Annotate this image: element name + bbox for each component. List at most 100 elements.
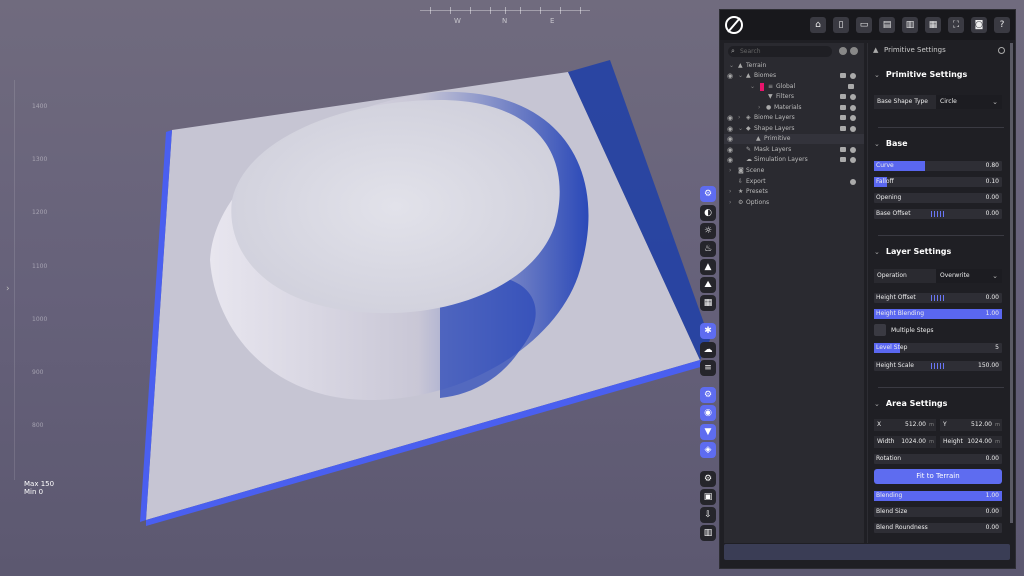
section-area-settings[interactable]: ⌄ Area Settings bbox=[874, 399, 947, 408]
properties-header: ▲ Primitive Settings bbox=[870, 43, 1010, 57]
star-icon: ★ bbox=[738, 188, 744, 195]
triangle-icon: ▲ bbox=[756, 135, 761, 142]
properties-title: Primitive Settings bbox=[884, 46, 946, 54]
tree-item-scene[interactable]: › ◙ Scene bbox=[724, 166, 864, 176]
opening-slider[interactable]: Opening 0.00 bbox=[874, 193, 1002, 203]
layers-icon: ≡ bbox=[768, 83, 774, 90]
fit-to-terrain-button[interactable]: Fit to Terrain bbox=[874, 469, 1002, 484]
gears-icon[interactable]: ⚙ bbox=[700, 387, 716, 403]
fire-icon[interactable]: ♨ bbox=[700, 241, 716, 257]
operation-dropdown[interactable]: Operation Overwrite ⌄ bbox=[874, 269, 1002, 283]
search-icon: ⌕ bbox=[731, 47, 735, 55]
grid-icon[interactable]: ▦ bbox=[700, 295, 716, 311]
app-logo-icon bbox=[725, 16, 743, 34]
download-icon[interactable]: ⇩ bbox=[700, 507, 716, 523]
rotation-slider[interactable]: Rotation 0.00 bbox=[874, 454, 1002, 464]
height-offset-slider[interactable]: Height Offset 0.00 bbox=[874, 293, 1002, 303]
multiple-steps-checkbox[interactable] bbox=[874, 324, 886, 336]
layers-icon: ◈ bbox=[746, 114, 751, 121]
eye-icon[interactable]: ◉ bbox=[700, 405, 716, 421]
height-scale-slider[interactable]: Height Scale 150.00 bbox=[874, 361, 1002, 371]
main-toolbar: ⌂ ▯ ▭ ▤ ▥ ▦ ⛶ ◙ ? bbox=[720, 10, 1015, 40]
blend-roundness-slider[interactable]: Blend Roundness 0.00 bbox=[874, 523, 1002, 533]
collapse-all-icon[interactable] bbox=[839, 47, 847, 55]
tree-item-mask-layers[interactable]: ◉ ✎ Mask Layers bbox=[724, 145, 864, 155]
options-icon[interactable] bbox=[998, 47, 1005, 54]
gear-icon[interactable]: ⚙ bbox=[700, 186, 716, 202]
section-base[interactable]: ⌄ Base bbox=[874, 139, 908, 148]
blend-size-slider[interactable]: Blend Size 0.00 bbox=[874, 507, 1002, 517]
landscape-icon[interactable]: ⛰ bbox=[700, 277, 716, 293]
tree-item-biomes[interactable]: ◉ ⌄ ▲ Biomes bbox=[724, 71, 864, 81]
save-as-icon[interactable]: ▥ bbox=[902, 17, 918, 33]
tree-item-presets[interactable]: › ★ Presets bbox=[724, 187, 864, 197]
folder-icon[interactable]: ▣ bbox=[700, 489, 716, 505]
tree-item-simulation-layers[interactable]: ◉ ☁ Simulation Layers bbox=[724, 155, 864, 165]
cloud-icon: ☁ bbox=[746, 156, 752, 163]
settings-icon[interactable]: ✱ bbox=[700, 323, 716, 339]
operation-label: Operation bbox=[877, 272, 907, 279]
open-folder-icon[interactable]: ▭ bbox=[856, 17, 872, 33]
shape-icon: ◆ bbox=[746, 125, 751, 132]
panel-divider[interactable] bbox=[867, 43, 868, 543]
eye-icon: ◉ bbox=[727, 135, 734, 143]
scene-tree: ⌕ Search ⌄ ▲ Terrain ◉ ⌄ ▲ Biomes ⌄ ≡ Glob… bbox=[724, 43, 864, 543]
tree-item-terrain[interactable]: ⌄ ▲ Terrain bbox=[724, 61, 864, 71]
base-offset-slider[interactable]: Base Offset 0.00 bbox=[874, 209, 1002, 219]
export-icon[interactable]: ▦ bbox=[925, 17, 941, 33]
chevron-down-icon: ⌄ bbox=[992, 272, 998, 280]
multiple-steps-label: Multiple Steps bbox=[891, 327, 934, 334]
search-placeholder: Search bbox=[740, 48, 761, 55]
base-shape-type-value: Circle bbox=[940, 98, 957, 105]
filter-icon[interactable]: ▼ bbox=[700, 424, 716, 440]
width-field[interactable]: Width 1024.00 m bbox=[874, 436, 936, 448]
curve-slider[interactable]: Curve 0.80 bbox=[874, 161, 1002, 171]
camera-icon: ◙ bbox=[738, 167, 744, 174]
help-icon[interactable]: ? bbox=[994, 17, 1010, 33]
gear-icon[interactable]: ⚙ bbox=[700, 471, 716, 487]
brush-icon: ✎ bbox=[746, 146, 752, 153]
blending-slider[interactable]: Blending 1.00 bbox=[874, 491, 1002, 501]
tree-item-shape-layers[interactable]: ◉ ⌄ ◆ Shape Layers bbox=[724, 124, 864, 134]
level-step-slider[interactable]: Level Step 5 bbox=[874, 343, 1002, 353]
tree-item-export[interactable]: ⇩ Export bbox=[724, 177, 864, 187]
base-shape-type-dropdown[interactable]: Base Shape Type Circle ⌄ bbox=[874, 95, 1002, 109]
tree-item-global[interactable]: ⌄ ≡ Global bbox=[724, 82, 864, 92]
x-field[interactable]: X 512.00 m bbox=[874, 419, 936, 431]
section-layer-settings[interactable]: ⌄ Layer Settings bbox=[874, 247, 951, 256]
tree-item-materials[interactable]: › ● Materials bbox=[724, 103, 864, 113]
cloud-icon[interactable]: ☁ bbox=[700, 342, 716, 358]
eye-icon: ◉ bbox=[727, 114, 734, 122]
menu-icon[interactable]: ≡ bbox=[700, 360, 716, 376]
layers-icon[interactable]: ◈ bbox=[700, 442, 716, 458]
falloff-slider[interactable]: Falloff 0.10 bbox=[874, 177, 1002, 187]
eye-icon: ◉ bbox=[727, 125, 734, 133]
gear-icon: ⚙ bbox=[738, 199, 744, 206]
new-file-icon[interactable]: ▯ bbox=[833, 17, 849, 33]
search-input[interactable]: ⌕ Search bbox=[728, 46, 832, 57]
tree-item-primitive[interactable]: ◉ ▲ Primitive bbox=[724, 134, 864, 144]
y-field[interactable]: Y 512.00 m bbox=[940, 419, 1002, 431]
material-icon: ● bbox=[766, 104, 772, 111]
tree-item-filters[interactable]: ▼ Filters bbox=[724, 92, 864, 102]
eye-icon: ◉ bbox=[727, 146, 734, 154]
section-primitive-settings[interactable]: ⌄ Primitive Settings bbox=[874, 70, 967, 79]
camera-icon[interactable]: ◙ bbox=[971, 17, 987, 33]
chart-icon[interactable]: ▥ bbox=[700, 525, 716, 541]
save-icon[interactable]: ▤ bbox=[879, 17, 895, 33]
export-icon: ⇩ bbox=[738, 178, 744, 185]
properties-scrollbar[interactable] bbox=[1010, 43, 1013, 523]
fullscreen-icon[interactable]: ⛶ bbox=[948, 17, 964, 33]
home-icon[interactable]: ⌂ bbox=[810, 17, 826, 33]
height-blending-slider[interactable]: Height Blending 1.00 bbox=[874, 309, 1002, 319]
sun-icon[interactable]: ☼ bbox=[700, 223, 716, 239]
tree-item-biome-layers[interactable]: ◉ › ◈ Biome Layers bbox=[724, 113, 864, 123]
properties-panel: ▲ Primitive Settings ⌄ Primitive Settings… bbox=[870, 43, 1010, 543]
moon-icon[interactable]: ◐ bbox=[700, 205, 716, 221]
tree-item-options[interactable]: › ⚙ Options bbox=[724, 198, 864, 208]
height-field[interactable]: Height 1024.00 m bbox=[940, 436, 1002, 448]
expand-all-icon[interactable] bbox=[850, 47, 858, 55]
side-panel: ⌂ ▯ ▭ ▤ ▥ ▦ ⛶ ◙ ? ⌕ Search ⌄ ▲ Terrain ◉ ⌄… bbox=[719, 9, 1016, 569]
base-shape-type-label: Base Shape Type bbox=[877, 98, 928, 105]
mountain-icon[interactable]: ▲ bbox=[700, 259, 716, 275]
